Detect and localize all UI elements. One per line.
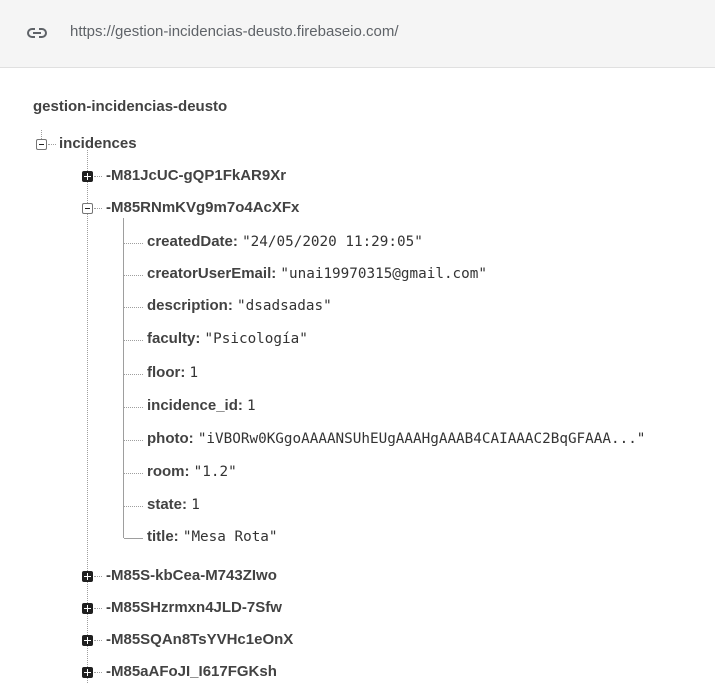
field-separator: : (180, 364, 190, 381)
tree-connector (123, 218, 124, 538)
field-key: creatorUserEmail (147, 265, 272, 282)
tree-connector (94, 208, 102, 209)
field-value[interactable]: "Psicología" (205, 331, 308, 347)
incidence-node[interactable]: -M85S-kbCea-M743ZIwo (106, 567, 277, 584)
collapse-toggle-icon[interactable] (82, 203, 93, 214)
database-root-name[interactable]: gestion-incidencias-deusto (33, 98, 227, 115)
field-row[interactable]: description: "dsadsadas" (147, 297, 332, 314)
tree-connector (124, 473, 143, 474)
tree-connector (94, 576, 102, 577)
tree-connector (124, 407, 143, 408)
field-row[interactable]: floor: 1 (147, 364, 198, 381)
field-value[interactable]: "Mesa Rota" (183, 529, 278, 545)
field-separator: : (184, 463, 194, 480)
field-row[interactable]: photo: "iVBORw0KGgoAAAANSUhEUgAAAHgAAAB4… (147, 430, 645, 447)
tree-connector (94, 608, 102, 609)
field-row[interactable]: creatorUserEmail: "unai19970315@gmail.co… (147, 265, 487, 282)
tree-connector (124, 307, 143, 308)
field-value[interactable]: "unai19970315@gmail.com" (280, 266, 487, 282)
field-key: title (147, 528, 174, 545)
field-key: photo (147, 430, 189, 447)
expand-toggle-icon[interactable] (82, 667, 93, 678)
collapse-toggle-icon[interactable] (36, 139, 47, 150)
field-separator: : (237, 397, 248, 414)
incidence-node[interactable]: -M85RNmKVg9m7o4AcXFx (106, 199, 299, 216)
tree-connector (94, 640, 102, 641)
field-key: faculty (147, 330, 196, 347)
tree-connector (124, 275, 143, 276)
field-row[interactable]: incidence_id: 1 (147, 397, 256, 414)
field-separator: : (227, 297, 238, 314)
field-value[interactable]: 1 (190, 365, 199, 381)
database-tree: gestion-incidencias-deusto incidences -M… (0, 0, 715, 683)
incidence-node[interactable]: -M85SQAn8TsYVHc1eOnX (106, 631, 293, 648)
field-value[interactable]: "iVBORw0KGgoAAAANSUhEUgAAAHgAAAB4CAIAAAC… (198, 431, 646, 447)
field-separator: : (182, 496, 192, 513)
field-key: state (147, 496, 183, 513)
field-value[interactable]: "1.2" (194, 464, 237, 480)
field-value[interactable]: "dsadsadas" (237, 298, 332, 314)
tree-connector (124, 374, 143, 375)
tree-connector (124, 538, 143, 539)
field-key: createdDate (147, 233, 233, 250)
field-key: incidence_id (147, 397, 238, 414)
expand-toggle-icon[interactable] (82, 603, 93, 614)
tree-connector (124, 506, 143, 507)
field-value[interactable]: 1 (191, 497, 200, 513)
field-value[interactable]: "24/05/2020 11:29:05" (242, 234, 423, 250)
tree-connector (48, 144, 56, 145)
field-row[interactable]: title: "Mesa Rota" (147, 528, 278, 545)
tree-connector (94, 672, 102, 673)
tree-connector (124, 440, 143, 441)
collection-incidences[interactable]: incidences (59, 135, 137, 152)
expand-toggle-icon[interactable] (82, 635, 93, 646)
field-key: description (147, 297, 228, 314)
field-row[interactable]: state: 1 (147, 496, 200, 513)
expand-toggle-icon[interactable] (82, 571, 93, 582)
incidence-node[interactable]: -M85SHzrmxn4JLD-7Sfw (106, 599, 282, 616)
tree-connector (94, 176, 102, 177)
tree-connector (124, 340, 143, 341)
incidence-node[interactable]: -M81JcUC-gQP1FkAR9Xr (106, 167, 286, 184)
field-row[interactable]: room: "1.2" (147, 463, 237, 480)
field-separator: : (195, 330, 205, 347)
field-key: room (147, 463, 185, 480)
field-row[interactable]: faculty: "Psicología" (147, 330, 308, 347)
expand-toggle-icon[interactable] (82, 171, 93, 182)
field-separator: : (232, 233, 243, 250)
field-separator: : (188, 430, 198, 447)
field-value[interactable]: 1 (247, 398, 256, 414)
tree-connector (124, 243, 143, 244)
field-separator: : (173, 528, 183, 545)
field-row[interactable]: createdDate: "24/05/2020 11:29:05" (147, 233, 423, 250)
incidence-node[interactable]: -M85aAFoJI_I617FGKsh (106, 663, 277, 680)
field-key: floor (147, 364, 181, 381)
